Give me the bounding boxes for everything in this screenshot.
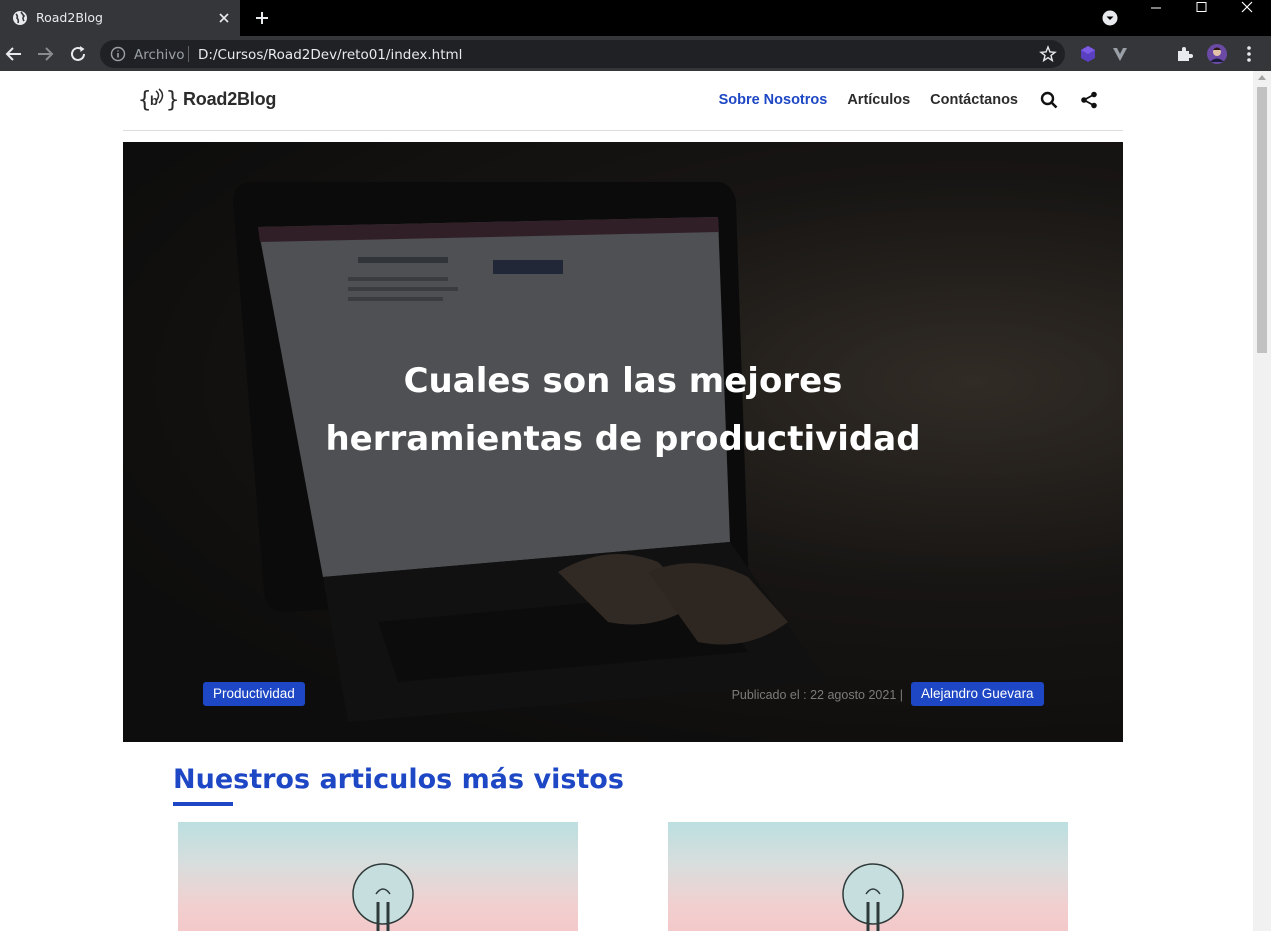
svg-text:}: } <box>166 88 178 113</box>
puzzle-icon[interactable] <box>1174 44 1194 64</box>
page-scrollbar[interactable] <box>1253 71 1271 931</box>
page-viewport: { } b Road2Blog Sobre Nosotros Artículos… <box>0 71 1253 931</box>
back-arrow-icon[interactable] <box>3 43 25 65</box>
article-card-image[interactable] <box>668 822 1068 931</box>
kebab-menu-icon[interactable] <box>1239 44 1259 64</box>
section-underline <box>173 802 233 806</box>
site-header: { } b Road2Blog Sobre Nosotros Artículos… <box>123 71 1123 131</box>
lightbulb-image <box>352 863 414 931</box>
browser-tab-bar: Road2Blog <box>0 0 1271 36</box>
hero-banner[interactable]: Cuales son las mejores herramientas de p… <box>123 142 1123 742</box>
share-icon[interactable] <box>1080 91 1098 109</box>
reload-icon[interactable] <box>67 43 89 65</box>
hero-title[interactable]: Cuales son las mejores herramientas de p… <box>273 352 973 468</box>
nav-link-articulos[interactable]: Artículos <box>847 92 910 108</box>
avatar[interactable] <box>1207 44 1227 64</box>
section-title: Nuestros articulos más vistos <box>173 764 624 795</box>
plus-icon[interactable] <box>252 8 272 28</box>
scheme-label: Archivo <box>134 47 185 63</box>
profile-dropdown-icon[interactable] <box>1102 10 1118 26</box>
minimize-icon[interactable] <box>1134 0 1178 36</box>
url-text[interactable]: D:/Cursos/Road2Dev/reto01/index.html <box>198 47 462 63</box>
search-icon[interactable] <box>1040 91 1058 109</box>
logo-text: Road2Blog <box>183 88 277 109</box>
lightbulb-image <box>842 863 904 931</box>
author-badge[interactable]: Alejandro Guevara <box>911 682 1044 706</box>
article-card-image[interactable] <box>178 822 578 931</box>
info-icon[interactable] <box>110 46 126 62</box>
nav-link-contactanos[interactable]: Contáctanos <box>930 92 1018 108</box>
site-logo[interactable]: { } b Road2Blog <box>138 83 276 115</box>
maximize-icon[interactable] <box>1180 0 1224 36</box>
browser-tab[interactable]: Road2Blog <box>0 0 240 36</box>
close-icon[interactable] <box>215 9 233 27</box>
scroll-up-arrow-icon[interactable] <box>1258 75 1266 80</box>
tab-title: Road2Blog <box>36 10 103 25</box>
browser-toolbar: Archivo D:/Cursos/Road2Dev/reto01/index.… <box>0 36 1271 71</box>
published-date: Publicado el : 22 agosto 2021 | <box>731 688 903 702</box>
scroll-thumb[interactable] <box>1257 87 1267 353</box>
star-icon[interactable] <box>1039 45 1057 63</box>
main-nav: Sobre Nosotros Artículos Contáctanos <box>699 91 1098 109</box>
address-bar[interactable]: Archivo D:/Cursos/Road2Dev/reto01/index.… <box>100 40 1065 68</box>
nav-link-sobre-nosotros[interactable]: Sobre Nosotros <box>719 92 828 108</box>
category-badge[interactable]: Productividad <box>203 682 305 706</box>
divider <box>188 46 189 62</box>
extension-icon[interactable] <box>1110 44 1130 64</box>
globe-icon <box>13 11 27 25</box>
window-close-icon[interactable] <box>1225 0 1269 36</box>
logo-mark-icon: { } b <box>138 88 178 113</box>
forward-arrow-icon[interactable] <box>34 43 56 65</box>
extension-icon[interactable] <box>1078 44 1098 64</box>
